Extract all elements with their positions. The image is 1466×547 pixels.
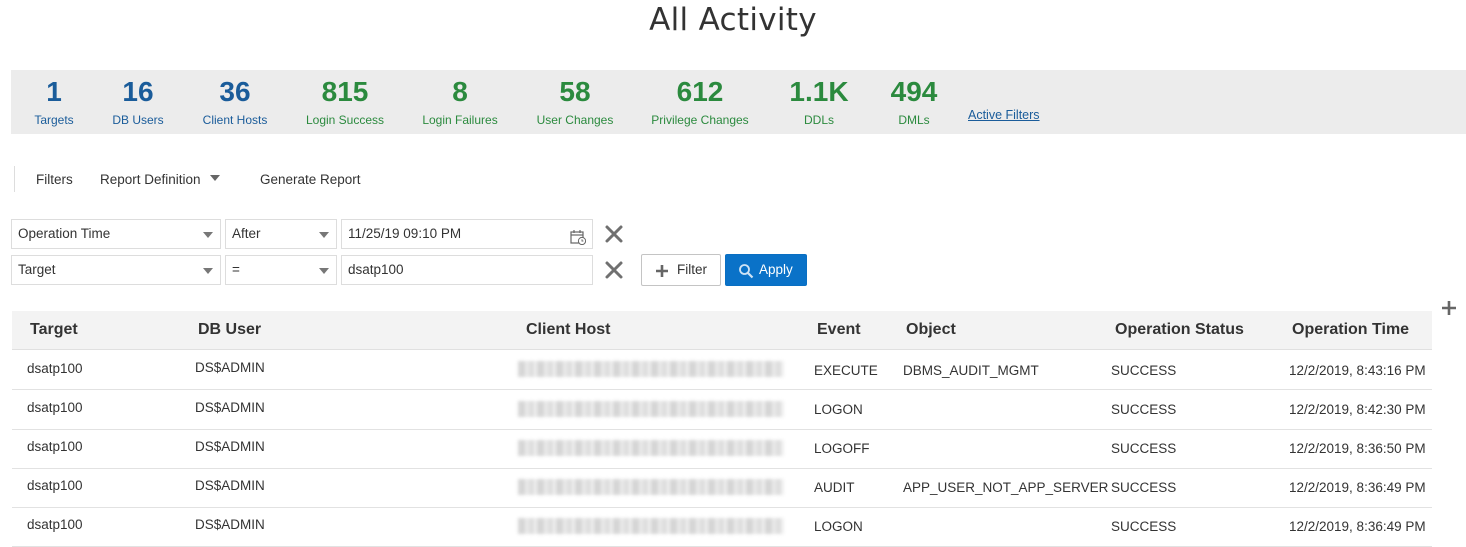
cell-status: SUCCESS — [1111, 441, 1177, 456]
add-filter-button[interactable]: Filter — [641, 254, 721, 286]
filter-value: dsatp100 — [348, 262, 404, 277]
cell-target: dsatp100 — [27, 439, 83, 454]
cell-client-host-redacted — [518, 440, 784, 456]
table-row[interactable]: dsatp100 DS$ADMIN AUDIT APP_USER_NOT_APP… — [12, 468, 1432, 508]
cell-event: LOGON — [814, 519, 863, 534]
cell-time: 12/2/2019, 8:36:49 PM — [1289, 519, 1426, 534]
cell-event: AUDIT — [814, 480, 855, 495]
cell-client-host-redacted — [518, 401, 784, 417]
cell-client-host-redacted — [518, 518, 784, 534]
stat-value: 58 — [559, 76, 591, 107]
cell-target: dsatp100 — [27, 361, 83, 376]
remove-filter-icon[interactable] — [604, 260, 624, 280]
stat-value: 612 — [676, 76, 724, 107]
cell-status: SUCCESS — [1111, 519, 1177, 534]
cell-object: APP_USER_NOT_APP_SERVER — [903, 480, 1109, 495]
table-row[interactable]: dsatp100 DS$ADMIN LOGON SUCCESS 12/2/201… — [12, 390, 1432, 430]
cell-status: SUCCESS — [1111, 363, 1177, 378]
filter-operator-select[interactable]: After — [225, 219, 337, 249]
cell-status: SUCCESS — [1111, 402, 1177, 417]
column-header-event[interactable]: Event — [817, 321, 861, 339]
cell-time: 12/2/2019, 8:42:30 PM — [1289, 402, 1426, 417]
calendar-icon[interactable] — [570, 227, 587, 248]
cell-time: 12/2/2019, 8:36:50 PM — [1289, 441, 1426, 456]
cell-client-host-redacted — [518, 479, 784, 495]
filter-date-input[interactable]: 11/25/19 09:10 PM — [341, 219, 593, 249]
stat-value: 8 — [452, 76, 468, 107]
filter-date-value: 11/25/19 09:10 PM — [348, 226, 462, 241]
cell-status: SUCCESS — [1111, 480, 1177, 495]
chevron-down-icon — [203, 268, 213, 274]
cell-db-user: DS$ADMIN — [195, 439, 265, 454]
generate-report-label: Generate Report — [260, 172, 361, 187]
stat-value: 815 — [321, 76, 369, 107]
cell-event: LOGON — [814, 402, 863, 417]
filter-field-value: Target — [18, 262, 56, 277]
stat-label: User Changes — [536, 113, 614, 127]
filter-field-select[interactable]: Operation Time — [11, 219, 221, 249]
add-filter-label: Filter — [677, 262, 707, 277]
chevron-down-icon — [203, 232, 213, 238]
cell-client-host-redacted — [518, 361, 784, 377]
stat-value: 494 — [890, 76, 938, 107]
cell-target: dsatp100 — [27, 517, 83, 532]
cell-target: dsatp100 — [27, 400, 83, 415]
filter-field-value: Operation Time — [18, 226, 111, 241]
active-filters-link[interactable]: Active Filters — [968, 108, 1040, 122]
apply-label: Apply — [759, 262, 793, 277]
summary-bar: 1 Targets 16 DB Users 36 Client Hosts 81… — [11, 70, 1466, 134]
table-row[interactable]: dsatp100 DS$ADMIN LOGON SUCCESS 12/2/201… — [12, 507, 1432, 547]
stat-value: 36 — [219, 76, 251, 107]
filter-operator-select[interactable]: = — [225, 255, 337, 285]
search-icon — [739, 264, 754, 279]
stat-label: DMLs — [898, 113, 930, 127]
report-definition-label: Report Definition — [100, 172, 201, 187]
cell-object: DBMS_AUDIT_MGMT — [903, 363, 1039, 378]
add-column-icon[interactable] — [1441, 300, 1457, 320]
apply-button[interactable]: Apply — [725, 254, 807, 286]
cell-db-user: DS$ADMIN — [195, 478, 265, 493]
table-row[interactable]: dsatp100 DS$ADMIN EXECUTE DBMS_AUDIT_MGM… — [12, 350, 1432, 390]
chevron-down-icon — [319, 232, 329, 238]
chevron-down-icon — [319, 268, 329, 274]
filters-menu[interactable]: Filters — [36, 172, 73, 187]
page-title: All Activity — [649, 2, 817, 38]
report-definition-menu[interactable]: Report Definition — [100, 172, 220, 187]
cell-db-user: DS$ADMIN — [195, 360, 265, 375]
plus-icon — [656, 265, 668, 277]
filter-operator-value: = — [232, 262, 240, 277]
table-header: Target DB User Client Host Event Object … — [12, 311, 1432, 350]
generate-report-button[interactable]: Generate Report — [260, 172, 361, 187]
toolbar-divider — [14, 166, 15, 192]
cell-time: 12/2/2019, 8:36:49 PM — [1289, 480, 1426, 495]
cell-db-user: DS$ADMIN — [195, 400, 265, 415]
filters-label: Filters — [36, 172, 73, 187]
cell-target: dsatp100 — [27, 478, 83, 493]
filter-field-select[interactable]: Target — [11, 255, 221, 285]
cell-time: 12/2/2019, 8:43:16 PM — [1289, 363, 1426, 378]
column-header-operation-status[interactable]: Operation Status — [1115, 321, 1244, 339]
cell-event: EXECUTE — [814, 363, 878, 378]
column-header-operation-time[interactable]: Operation Time — [1292, 321, 1409, 339]
remove-filter-icon[interactable] — [604, 224, 624, 244]
cell-db-user: DS$ADMIN — [195, 517, 265, 532]
column-header-db-user[interactable]: DB User — [198, 321, 261, 339]
column-header-object[interactable]: Object — [906, 321, 956, 339]
column-header-client-host[interactable]: Client Host — [526, 321, 610, 339]
column-header-target[interactable]: Target — [30, 321, 78, 339]
table-row[interactable]: dsatp100 DS$ADMIN LOGOFF SUCCESS 12/2/20… — [12, 429, 1432, 469]
cell-event: LOGOFF — [814, 441, 870, 456]
filter-value-input[interactable]: dsatp100 — [341, 255, 593, 285]
filter-operator-value: After — [232, 226, 261, 241]
caret-down-icon — [209, 175, 220, 182]
